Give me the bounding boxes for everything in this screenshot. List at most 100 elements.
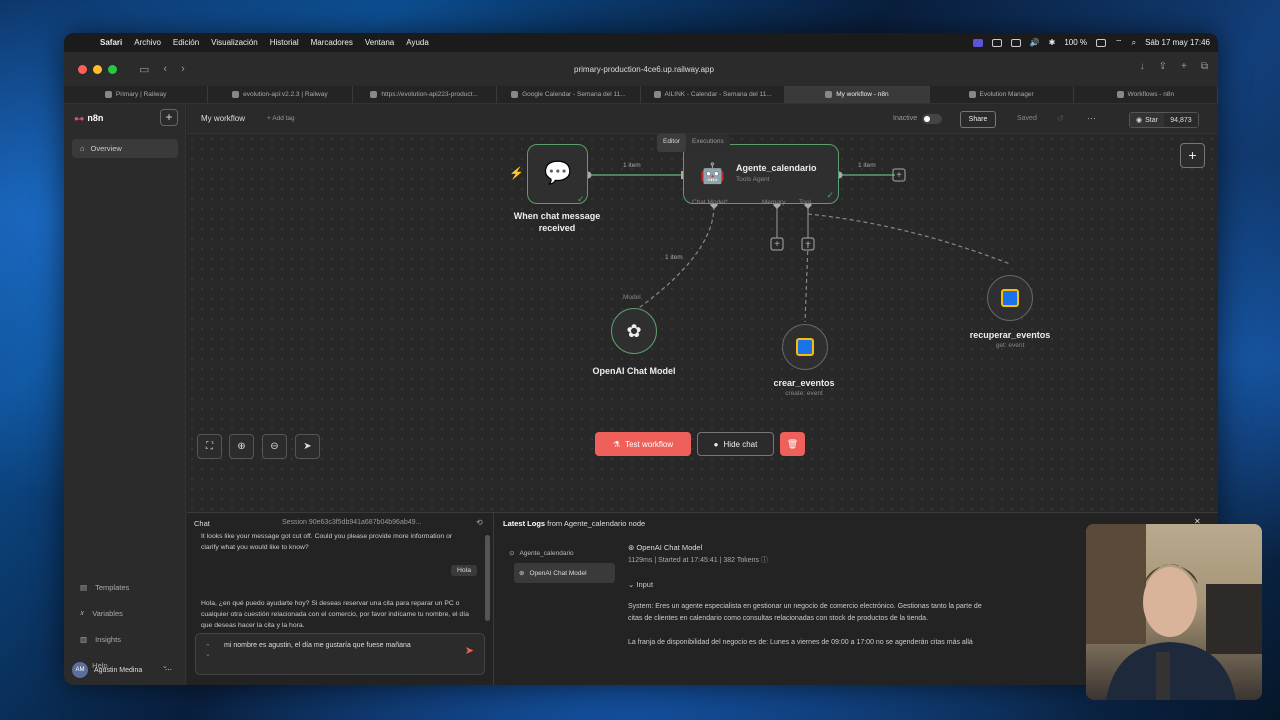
- sidebar-item-variables[interactable]: 𝑥 Variables: [72, 600, 178, 626]
- chat-input-text[interactable]: mi nombre es agustin, el día me gustaría…: [224, 640, 454, 652]
- send-icon[interactable]: ➤: [465, 644, 474, 657]
- chat-scrollbar[interactable]: [485, 535, 490, 621]
- menu-edicion[interactable]: Edición: [173, 38, 199, 47]
- workflow-canvas[interactable]: + + + 1 item 1 item 1 item ⚡ 💬 When chat…: [187, 134, 1218, 542]
- check-icon: ✓: [826, 190, 834, 200]
- user-menu[interactable]: AM Agustin Medina ⋯: [72, 660, 178, 680]
- zoom-out-button[interactable]: ⊖: [262, 434, 287, 459]
- favicon-icon: [968, 91, 976, 98]
- history-arrows-icon[interactable]: ⌃ ⌄: [205, 644, 211, 658]
- sidebar-item-insights[interactable]: ▥ Insights: [72, 626, 178, 652]
- tool-connection: [807, 213, 1011, 265]
- github-star-button[interactable]: ◉ Star 94,873: [1129, 112, 1199, 128]
- variables-icon: 𝑥: [80, 608, 85, 617]
- history-icon[interactable]: ↺: [1057, 114, 1064, 123]
- download-icon[interactable]: ↓: [1140, 61, 1145, 72]
- crear-eventos-sub: create: event: [785, 390, 823, 397]
- add-node-button[interactable]: +: [1180, 143, 1205, 168]
- tab-executions[interactable]: Executions: [686, 134, 730, 152]
- openai-node[interactable]: ✿: [611, 308, 657, 354]
- create-button[interactable]: +: [160, 109, 178, 126]
- n8n-logo[interactable]: ●-● n8n: [74, 113, 103, 123]
- menu-marcadores[interactable]: Marcadores: [311, 38, 353, 47]
- menu-ayuda[interactable]: Ayuda: [406, 38, 429, 47]
- active-toggle[interactable]: [922, 114, 942, 124]
- avatar: AM: [72, 662, 88, 678]
- sidebar-item-label: Templates: [95, 582, 130, 592]
- sidebar-item-overview[interactable]: ⌂ Overview: [72, 139, 178, 158]
- recuperar-eventos-node[interactable]: [987, 275, 1033, 321]
- status-icon[interactable]: [991, 38, 1002, 47]
- url-text[interactable]: primary-production-4ce6.up.railway.app: [574, 65, 714, 74]
- status-icon[interactable]: [1010, 38, 1021, 47]
- select-tool-button[interactable]: ➤: [295, 434, 320, 459]
- robot-icon: ⊙: [509, 550, 515, 557]
- log-item-agent[interactable]: ⊙ Agente_calendario: [509, 543, 615, 563]
- tab-editor[interactable]: Editor: [657, 134, 686, 152]
- tab-overview-icon[interactable]: ⧉: [1201, 61, 1208, 72]
- minimize-window-icon[interactable]: [93, 64, 102, 74]
- star-label: Star: [1145, 116, 1158, 124]
- address-bar[interactable]: primary-production-4ce6.up.railway.app: [414, 59, 874, 79]
- workflow-name[interactable]: My workflow: [201, 114, 245, 123]
- chat-input[interactable]: ⌃ ⌄ mi nombre es agustin, el día me gusta…: [195, 633, 485, 675]
- fit-view-button[interactable]: ⛶: [197, 434, 222, 459]
- trash-icon: 🗑: [786, 438, 799, 449]
- workflow-header: My workflow + Add tag Inactive Share Sav…: [187, 104, 1218, 134]
- add-tag-link[interactable]: + Add tag: [267, 115, 295, 122]
- menu-ventana[interactable]: Ventana: [365, 38, 394, 47]
- new-tab-icon[interactable]: +: [1181, 61, 1187, 72]
- close-window-icon[interactable]: [78, 64, 87, 74]
- info-icon[interactable]: ⓘ: [761, 557, 768, 564]
- screen-record-icon[interactable]: [972, 38, 983, 47]
- more-options-icon[interactable]: ⋯: [1087, 113, 1096, 124]
- hide-chat-button[interactable]: ● Hide chat: [697, 432, 774, 456]
- zoom-in-button[interactable]: ⊕: [229, 434, 254, 459]
- browser-tab[interactable]: Workflows - n8n: [1074, 86, 1218, 103]
- google-calendar-icon: [796, 338, 814, 356]
- edge-item-count: 1 item: [665, 254, 683, 261]
- volume-icon[interactable]: 🔊: [1030, 38, 1040, 47]
- delete-execution-button[interactable]: 🗑: [780, 432, 805, 456]
- active-label: Inactive: [893, 115, 918, 122]
- crear-eventos-node[interactable]: [782, 324, 828, 370]
- star-count: 94,873: [1164, 113, 1198, 127]
- sidebar-toggle-icon[interactable]: ▭: [139, 63, 149, 76]
- browser-tab[interactable]: My workflow - n8n: [785, 86, 930, 103]
- fit-view-icon: ⛶: [206, 441, 213, 452]
- agent-node[interactable]: 🤖 Agente_calendario Tools Agent ✓: [683, 144, 839, 204]
- browser-tab[interactable]: Evolution Manager: [930, 86, 1074, 103]
- forward-icon[interactable]: ›: [181, 63, 185, 75]
- port-label-model: Model: [623, 294, 641, 301]
- sidebar-item-templates[interactable]: ▤ Templates: [72, 574, 178, 600]
- more-icon[interactable]: ⋯: [165, 666, 172, 674]
- refresh-session-icon[interactable]: ⟲: [476, 518, 483, 527]
- menu-safari[interactable]: Safari: [100, 38, 122, 47]
- browser-tab[interactable]: AILINK - Calendar - Semana del 11...: [641, 86, 786, 103]
- share-icon[interactable]: ⇪: [1159, 61, 1167, 72]
- search-icon[interactable]: ⌕: [1132, 38, 1136, 48]
- menu-visualizacion[interactable]: Visualización: [211, 38, 258, 47]
- tab-label: Evolution Manager: [979, 91, 1034, 98]
- datetime[interactable]: Sáb 17 may 17:46: [1145, 38, 1210, 47]
- menu-archivo[interactable]: Archivo: [134, 38, 161, 47]
- recuperar-eventos-sub: get: event: [995, 342, 1025, 349]
- browser-tab[interactable]: https://evolution-api223-product...: [353, 86, 497, 103]
- battery-icon[interactable]: [1096, 38, 1107, 47]
- favicon-icon: [511, 91, 519, 98]
- log-item-openai[interactable]: ⊛ OpenAI Chat Model: [514, 563, 615, 583]
- share-button[interactable]: Share: [960, 111, 996, 128]
- test-workflow-button[interactable]: ⚗ Test workflow: [595, 432, 691, 456]
- browser-tab[interactable]: evolution-api:v2.2.3 | Railway: [208, 86, 353, 103]
- menu-historial[interactable]: Historial: [270, 38, 299, 47]
- back-icon[interactable]: ‹: [163, 63, 167, 75]
- test-workflow-label: Test workflow: [625, 439, 674, 449]
- bottom-panel: Chat Session 90e63c3f5db941a687b04b96ab4…: [187, 512, 1218, 685]
- wifi-icon[interactable]: ⌔: [1115, 38, 1123, 48]
- chat-bubble-icon: ●: [713, 439, 719, 449]
- presenter-video: [1086, 524, 1262, 700]
- bluetooth-icon[interactable]: ✱: [1049, 38, 1056, 47]
- browser-tab[interactable]: Google Calendar - Semana del 11...: [497, 86, 641, 103]
- browser-tab[interactable]: Primary | Railway: [64, 86, 209, 103]
- maximize-window-icon[interactable]: [108, 64, 117, 74]
